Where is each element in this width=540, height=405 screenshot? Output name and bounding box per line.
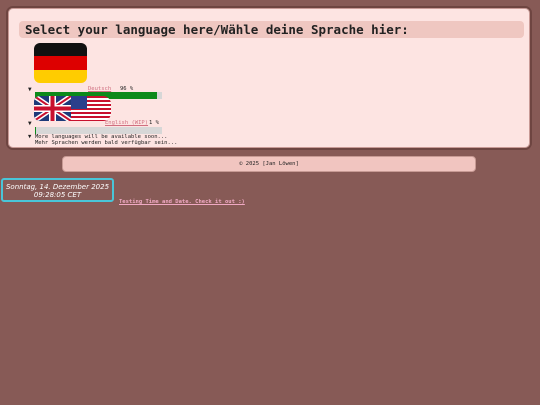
footer: © 2025 [Jan Löwen]: [62, 156, 476, 172]
more-languages-de: Mehr Sprachen werden bald verfügbar sein…: [35, 140, 178, 146]
testing-time-link[interactable]: Testing Time and Date. Check it out :): [119, 199, 245, 205]
bullet-icon: ▼: [28, 120, 32, 127]
us-flag-icon[interactable]: [71, 96, 111, 121]
more-languages-note: ▼ More languages will be available soon.…: [28, 134, 177, 146]
progress-fill-en: [35, 127, 37, 134]
clock-date: Sonntag, 14. Dezember 2025: [5, 183, 110, 191]
clock-time: 09:28:05 CET: [33, 191, 82, 199]
bullet-icon: ▼: [28, 134, 32, 140]
panel-title: Select your language here/Wähle deine Sp…: [19, 21, 524, 38]
clock-widget: Sonntag, 14. Dezember 2025 09:28:05 CET: [1, 178, 114, 202]
language-link-en[interactable]: English (WIP): [105, 120, 148, 126]
progress-bar-en: [35, 127, 162, 134]
uk-flag-icon[interactable]: [34, 96, 71, 121]
language-percent-en: 1 %: [149, 120, 159, 126]
language-panel: Select your language here/Wähle deine Sp…: [6, 6, 532, 150]
bullet-icon: ▼: [28, 86, 32, 93]
germany-flag-icon[interactable]: [34, 43, 87, 83]
